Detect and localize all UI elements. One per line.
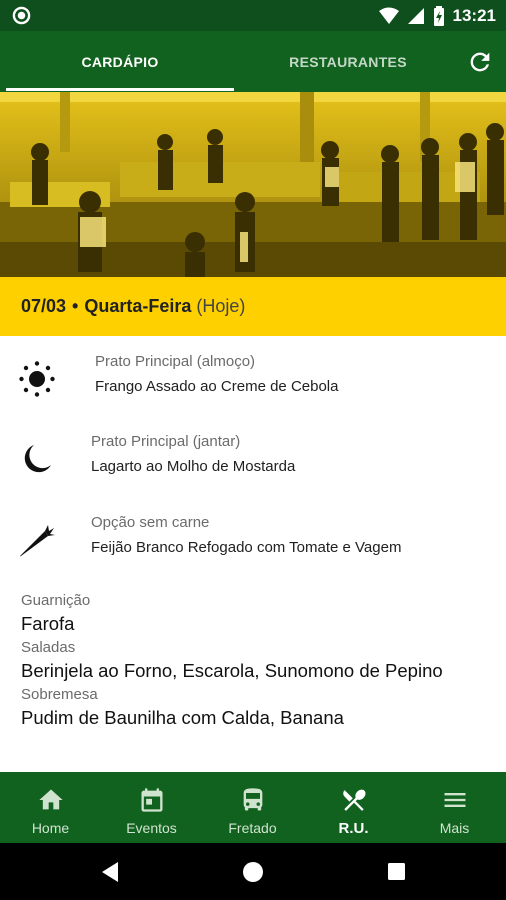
date-separator: •	[72, 296, 79, 316]
meal-lunch-value: Frango Assado ao Creme de Cebola	[95, 378, 339, 395]
nav-eventos[interactable]: Eventos	[101, 772, 202, 843]
nav-mais-label: Mais	[439, 820, 470, 836]
meal-dinner-value: Lagarto ao Molho de Mostarda	[91, 458, 296, 475]
battery-icon	[433, 6, 444, 26]
nav-mais[interactable]: Mais	[404, 772, 505, 843]
today-label: (Hoje)	[196, 296, 246, 316]
dessert-value: Pudim de Baunilha com Calda, Banana	[21, 707, 344, 728]
nav-home-label: Home	[31, 820, 70, 836]
nav-eventos-label: Eventos	[126, 820, 177, 836]
nav-fretado[interactable]: Fretado	[202, 772, 303, 843]
restaurant-photo	[0, 92, 506, 277]
nav-ru-label: R.U.	[338, 820, 369, 837]
meal-dinner: Prato Principal (jantar) Lagarto ao Molh…	[0, 430, 506, 490]
meal-lunch: Prato Principal (almoço) Frango Assado a…	[0, 350, 506, 410]
fork-knife-icon	[342, 789, 366, 811]
meal-vegetarian: Opção sem carne Feijão Branco Refogado c…	[0, 511, 506, 571]
bottom-navigation: Home Eventos Fretado R.U. Mais	[0, 772, 506, 843]
menu-icon	[444, 793, 465, 807]
dessert-label: Sobremesa	[21, 686, 98, 703]
salads-value: Berinjela ao Forno, Escarola, Sunomono d…	[21, 660, 443, 681]
nav-fretado-label: Fretado	[228, 820, 277, 836]
date-label: 07/03	[21, 296, 67, 316]
sun-icon	[19, 361, 55, 397]
tab-cardapio[interactable]: CARDÁPIO	[6, 31, 234, 92]
recents-icon[interactable]	[387, 862, 406, 881]
weekday-label: Quarta-Feira	[84, 296, 192, 316]
system-navigation-bar	[0, 843, 506, 900]
date-bar: 07/03 • Quarta-Feira (Hoje)	[0, 277, 506, 336]
back-icon[interactable]	[100, 861, 120, 883]
status-bar: 13:21	[0, 0, 506, 31]
home-icon	[38, 789, 63, 810]
meal-dinner-label: Prato Principal (jantar)	[91, 433, 241, 450]
meal-vegetarian-label: Opção sem carne	[91, 514, 210, 531]
garnish-label: Guarnição	[21, 592, 91, 609]
meal-vegetarian-value: Feijão Branco Refogado com Tomate e Vage…	[91, 539, 402, 556]
tab-restaurantes[interactable]: RESTAURANTES	[234, 31, 462, 92]
app-bar: CARDÁPIO RESTAURANTES	[0, 31, 506, 92]
nav-home[interactable]: Home	[0, 772, 101, 843]
menu-extras: Guarnição Farofa Saladas Berinjela ao Fo…	[21, 590, 491, 731]
carrot-icon	[20, 525, 55, 557]
signal-icon	[407, 8, 424, 24]
restaurant-photo-illustration	[0, 92, 506, 277]
wifi-icon	[378, 7, 399, 24]
status-time: 13:21	[452, 6, 496, 25]
notification-icon	[12, 6, 31, 25]
tab-indicator	[6, 88, 234, 91]
refresh-icon[interactable]	[466, 48, 494, 76]
salads-label: Saladas	[21, 639, 76, 656]
home-button-icon[interactable]	[242, 861, 264, 883]
nav-ru[interactable]: R.U.	[303, 772, 404, 843]
moon-icon	[24, 445, 51, 473]
meal-lunch-label: Prato Principal (almoço)	[95, 353, 256, 370]
bus-icon	[243, 788, 262, 811]
calendar-icon	[141, 788, 162, 812]
garnish-value: Farofa	[21, 613, 75, 634]
